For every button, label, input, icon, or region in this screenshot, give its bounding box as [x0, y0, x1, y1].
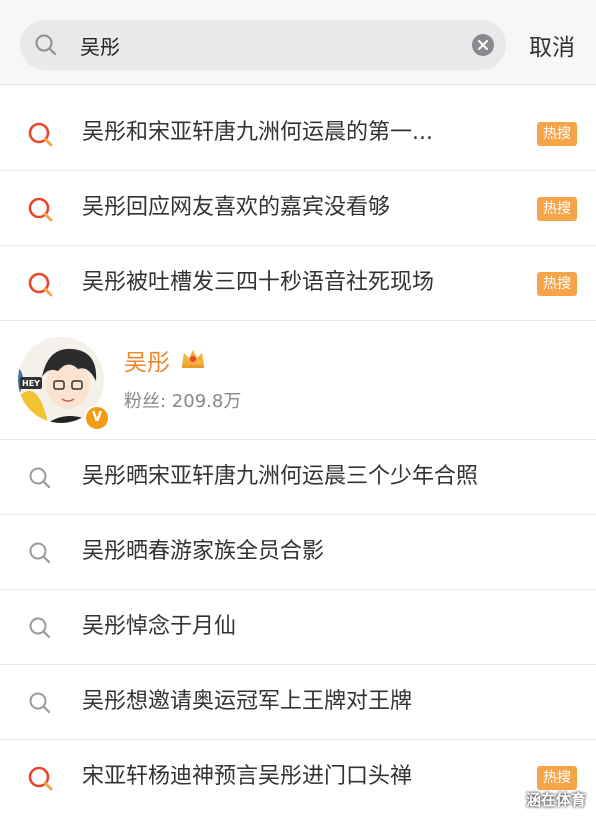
list-item[interactable]: 吴彤晒宋亚轩唐九洲何运晨三个少年合照 — [0, 439, 596, 514]
search-icon — [29, 617, 51, 639]
search-icon — [34, 33, 58, 61]
user-name[interactable]: 吴彤 — [124, 343, 170, 377]
cancel-button[interactable]: 取消 — [529, 28, 575, 62]
search-icon — [29, 692, 51, 714]
verified-icon: V — [84, 405, 110, 431]
user-result[interactable]: HEY V 吴彤 粉丝: 209.8万 — [0, 320, 596, 439]
list-item[interactable]: 宋亚轩杨迪神预言吴彤进门口头禅 热搜 — [0, 739, 596, 814]
list-item[interactable]: 吴彤晒春游家族全员合影 — [0, 514, 596, 589]
search-icon — [29, 542, 51, 564]
hot-search-icon — [28, 122, 53, 147]
hot-search-icon — [28, 197, 53, 222]
suggestion-text: 吴彤回应网友喜欢的嘉宾没看够 — [82, 195, 391, 220]
suggestion-text: 吴彤被吐槽发三四十秒语音社死现场 — [82, 270, 435, 295]
crown-icon — [182, 350, 204, 368]
suggestion-text: 吴彤悼念于月仙 — [82, 614, 237, 639]
suggestion-text: 吴彤晒宋亚轩唐九洲何运晨三个少年合照 — [82, 464, 479, 489]
hot-search-icon — [28, 272, 53, 297]
suggestion-text: 吴彤想邀请奥运冠军上王牌对王牌 — [82, 689, 413, 714]
hot-search-icon — [28, 766, 53, 791]
list-item[interactable]: 吴彤被吐槽发三四十秒语音社死现场 热搜 — [0, 245, 596, 320]
list-item[interactable]: 吴彤想邀请奥运冠军上王牌对王牌 — [0, 664, 596, 739]
search-box[interactable] — [20, 20, 506, 70]
watermark: 涵在体育 — [525, 791, 586, 809]
hot-badge: 热搜 — [537, 272, 577, 296]
search-icon — [29, 467, 51, 489]
search-input[interactable] — [80, 20, 460, 70]
close-icon — [478, 40, 488, 50]
hot-badge: 热搜 — [537, 766, 577, 790]
list-item[interactable]: 吴彤悼念于月仙 — [0, 589, 596, 664]
hot-badge: 热搜 — [537, 122, 577, 146]
suggestion-text: 吴彤晒春游家族全员合影 — [82, 539, 325, 564]
suggestion-list: 吴彤和宋亚轩唐九洲何运晨的第一... 热搜 吴彤回应网友喜欢的嘉宾没看够 热搜 … — [0, 96, 596, 814]
suggestion-text: 宋亚轩杨迪神预言吴彤进门口头禅 — [82, 764, 413, 789]
suggestion-text: 吴彤和宋亚轩唐九洲何运晨的第一... — [82, 120, 433, 145]
avatar-text: HEY — [22, 379, 40, 388]
list-item[interactable]: 吴彤回应网友喜欢的嘉宾没看够 热搜 — [0, 170, 596, 245]
clear-search-button[interactable] — [472, 34, 494, 56]
fans-count: 粉丝: 209.8万 — [124, 391, 242, 412]
hot-badge: 热搜 — [537, 197, 577, 221]
search-header: 取消 — [0, 0, 596, 85]
list-item[interactable]: 吴彤和宋亚轩唐九洲何运晨的第一... 热搜 — [0, 96, 596, 170]
